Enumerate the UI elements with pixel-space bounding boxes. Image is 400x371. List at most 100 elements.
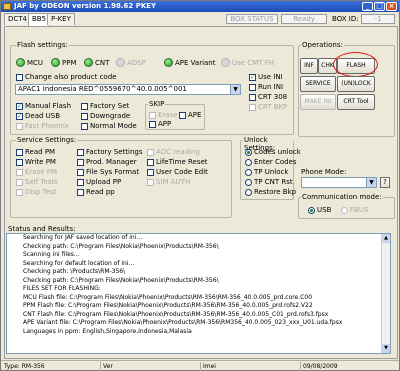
log-line: Checking path: C:\Program Files\Nokia\Ph…	[23, 276, 219, 284]
led-on-icon	[164, 58, 173, 67]
erase-pm-checkbox: Erase PM	[16, 168, 57, 176]
skip-erase-checkbox: Erase	[149, 111, 178, 119]
read-pp-checkbox[interactable]: Read pp	[77, 188, 115, 196]
unlock-button[interactable]: (UN)LOCK	[337, 76, 375, 92]
restore-bkp-radio[interactable]: Restore Bkp	[245, 188, 296, 196]
maximize-icon[interactable]: □	[374, 2, 385, 11]
manual-flash-checkbox[interactable]: ✓ Manual Flash	[16, 102, 71, 110]
app-icon	[3, 3, 11, 10]
change-product-code-checkbox[interactable]: Change also product code	[16, 73, 116, 81]
statusbar-date: 09/08/2009	[303, 363, 338, 370]
chevron-down-icon: ▼	[366, 178, 376, 187]
scroll-up-icon[interactable]: ▲	[382, 234, 390, 243]
run-ini-checkbox[interactable]: Run INI	[249, 83, 283, 91]
user-code-edit-checkbox[interactable]: User Code Edit	[147, 168, 208, 176]
log-lines: Searching for JAF saved location of ini.…	[7, 234, 390, 336]
log-line: Scanning ini files...	[23, 251, 80, 258]
log-line: APE Variant file: C:\Program Files\Nokia…	[23, 319, 343, 326]
operations-title: Operations:	[301, 41, 344, 49]
led-on-icon	[16, 58, 25, 67]
flash-settings-title: Flash settings:	[16, 41, 69, 49]
box-id-value: -1	[361, 14, 395, 24]
led-on-icon	[51, 58, 60, 67]
phone-mode-select[interactable]: ▼	[301, 177, 377, 188]
jaf-window: JAF by ODEON version 1.98.62 PKEY _ □ × …	[0, 0, 400, 371]
inf-button[interactable]: INF	[300, 58, 318, 74]
statusbar-ver: Ver	[101, 362, 201, 371]
led-cnt[interactable]: CNT	[84, 58, 109, 67]
close-icon[interactable]: ×	[386, 2, 397, 11]
upload-pp-checkbox[interactable]: Upload PP	[77, 178, 121, 186]
ready-indicator: Ready	[281, 14, 327, 24]
factory-settings-checkbox[interactable]: Factory Settings	[77, 148, 143, 156]
communication-mode-title: Communication mode:	[301, 193, 383, 201]
tab-dct4[interactable]: DCT4	[4, 13, 32, 25]
statusbar-imei: Imei	[201, 362, 301, 371]
phone-mode-label: Phone Mode:	[301, 168, 347, 176]
skip-title: SKIP	[148, 100, 166, 108]
make-ini-button: MAKE INI	[300, 94, 336, 110]
minimize-icon[interactable]: _	[362, 2, 373, 11]
product-code-select[interactable]: APAC1 Indonesia RED^0559670^40.0.005^001…	[15, 84, 241, 95]
chevron-down-icon: ▼	[230, 85, 240, 94]
status-bar: Type: RM-356 Ver Imei 09/08/2009	[1, 360, 399, 371]
led-mcu[interactable]: MCU	[16, 58, 43, 67]
log-line: Searching for JAF saved location of ini.…	[23, 234, 143, 241]
use-ini-checkbox[interactable]: ✓ Use INI	[249, 73, 283, 81]
fast-phoenix-checkbox: Fast Phoenix	[16, 122, 69, 130]
usb-radio[interactable]: USB	[308, 206, 331, 214]
normal-mode-checkbox[interactable]: Normal Mode	[81, 122, 137, 130]
downgrade-checkbox[interactable]: Downgrade	[81, 112, 130, 120]
led-adsp: ADSP	[116, 58, 146, 67]
disp-test-checkbox: Disp Test	[16, 188, 56, 196]
flash-highlight-circle	[333, 52, 378, 77]
crt-bkp-checkbox: CRT BKP	[249, 103, 287, 111]
phone-mode-help-button[interactable]: ?	[380, 177, 390, 188]
led-off-icon	[116, 58, 125, 67]
status-results-title: Status and Results:	[8, 225, 76, 233]
service-settings-title: Service Settings:	[16, 136, 78, 144]
tab-pkey[interactable]: P-KEY	[47, 13, 75, 25]
crt-308-checkbox[interactable]: CRT 308	[249, 93, 287, 101]
log-line: MCU Flash file: C:\Program Files\Nokia\P…	[23, 293, 313, 301]
file-sys-format-checkbox[interactable]: File Sys Format	[77, 168, 139, 176]
skip-ape-checkbox[interactable]: APE	[179, 111, 201, 119]
led-ape-variant[interactable]: APE Variant	[164, 58, 216, 67]
led-on-icon	[84, 58, 93, 67]
dead-usb-checkbox[interactable]: ✓ Dead USB	[16, 112, 60, 120]
led-off-icon	[221, 58, 230, 67]
tp-unlock-radio[interactable]: TP Unlock	[245, 168, 288, 176]
title-bar: JAF by ODEON version 1.98.62 PKEY _ □ ×	[1, 1, 399, 12]
self-tests-checkbox: Self Tests	[16, 178, 58, 186]
tp-cnt-rst-radio[interactable]: TP CNT Rst	[245, 178, 293, 186]
prod-manager-checkbox[interactable]: Prod. Manager	[77, 158, 137, 166]
write-pm-checkbox[interactable]: Write PM	[16, 158, 56, 166]
log-scrollbar[interactable]: ▲ ▼	[381, 234, 390, 353]
fbus-radio: FBUS	[341, 206, 368, 214]
log-line: FILES SET FOR FLASHING:	[23, 285, 101, 292]
scroll-down-icon[interactable]: ▼	[382, 344, 390, 353]
log-line: CNT Flash file: C:\Program Files\Nokia\P…	[23, 310, 329, 318]
adc-reading-checkbox: ADC reading	[147, 148, 200, 156]
codes-unlock-radio[interactable]: Codes unlock	[245, 148, 301, 156]
log-line: PPM Flash file: C:\Program Files\Nokia\P…	[23, 302, 313, 309]
box-id-label: BOX ID:	[332, 15, 359, 23]
statusbar-type: Type: RM-356	[2, 362, 101, 371]
led-use-cmt-fh: Use CMT FH	[221, 58, 274, 67]
read-pm-checkbox[interactable]: Read PM	[16, 148, 55, 156]
box-status-indicator: BOX STATUS	[226, 14, 278, 24]
led-ppm[interactable]: PPM	[51, 58, 76, 67]
crt-tool-button[interactable]: CRT Tool	[337, 94, 375, 110]
enter-codes-radio[interactable]: Enter Codes	[245, 158, 297, 166]
service-button[interactable]: SERVICE	[300, 76, 336, 92]
lifetime-reset-checkbox[interactable]: LifeTime Reset	[147, 158, 208, 166]
log-line: Languages in ppm: English,Singapore,Indo…	[23, 327, 192, 335]
skip-app-checkbox[interactable]: APP	[149, 120, 171, 128]
window-title: JAF by ODEON version 1.98.62 PKEY	[14, 2, 157, 10]
factory-set-checkbox[interactable]: Factory Set	[81, 102, 129, 110]
log-line: Searching for default location of ini...	[23, 259, 135, 267]
sim-auth-checkbox: SIM AUTH	[147, 178, 190, 186]
status-log[interactable]: Searching for JAF saved location of ini.…	[6, 233, 391, 354]
log-line: Checking path: C:\Program Files\Nokia\Ph…	[23, 242, 219, 250]
log-line: Checking path: \Products\RM-356\	[23, 268, 126, 275]
